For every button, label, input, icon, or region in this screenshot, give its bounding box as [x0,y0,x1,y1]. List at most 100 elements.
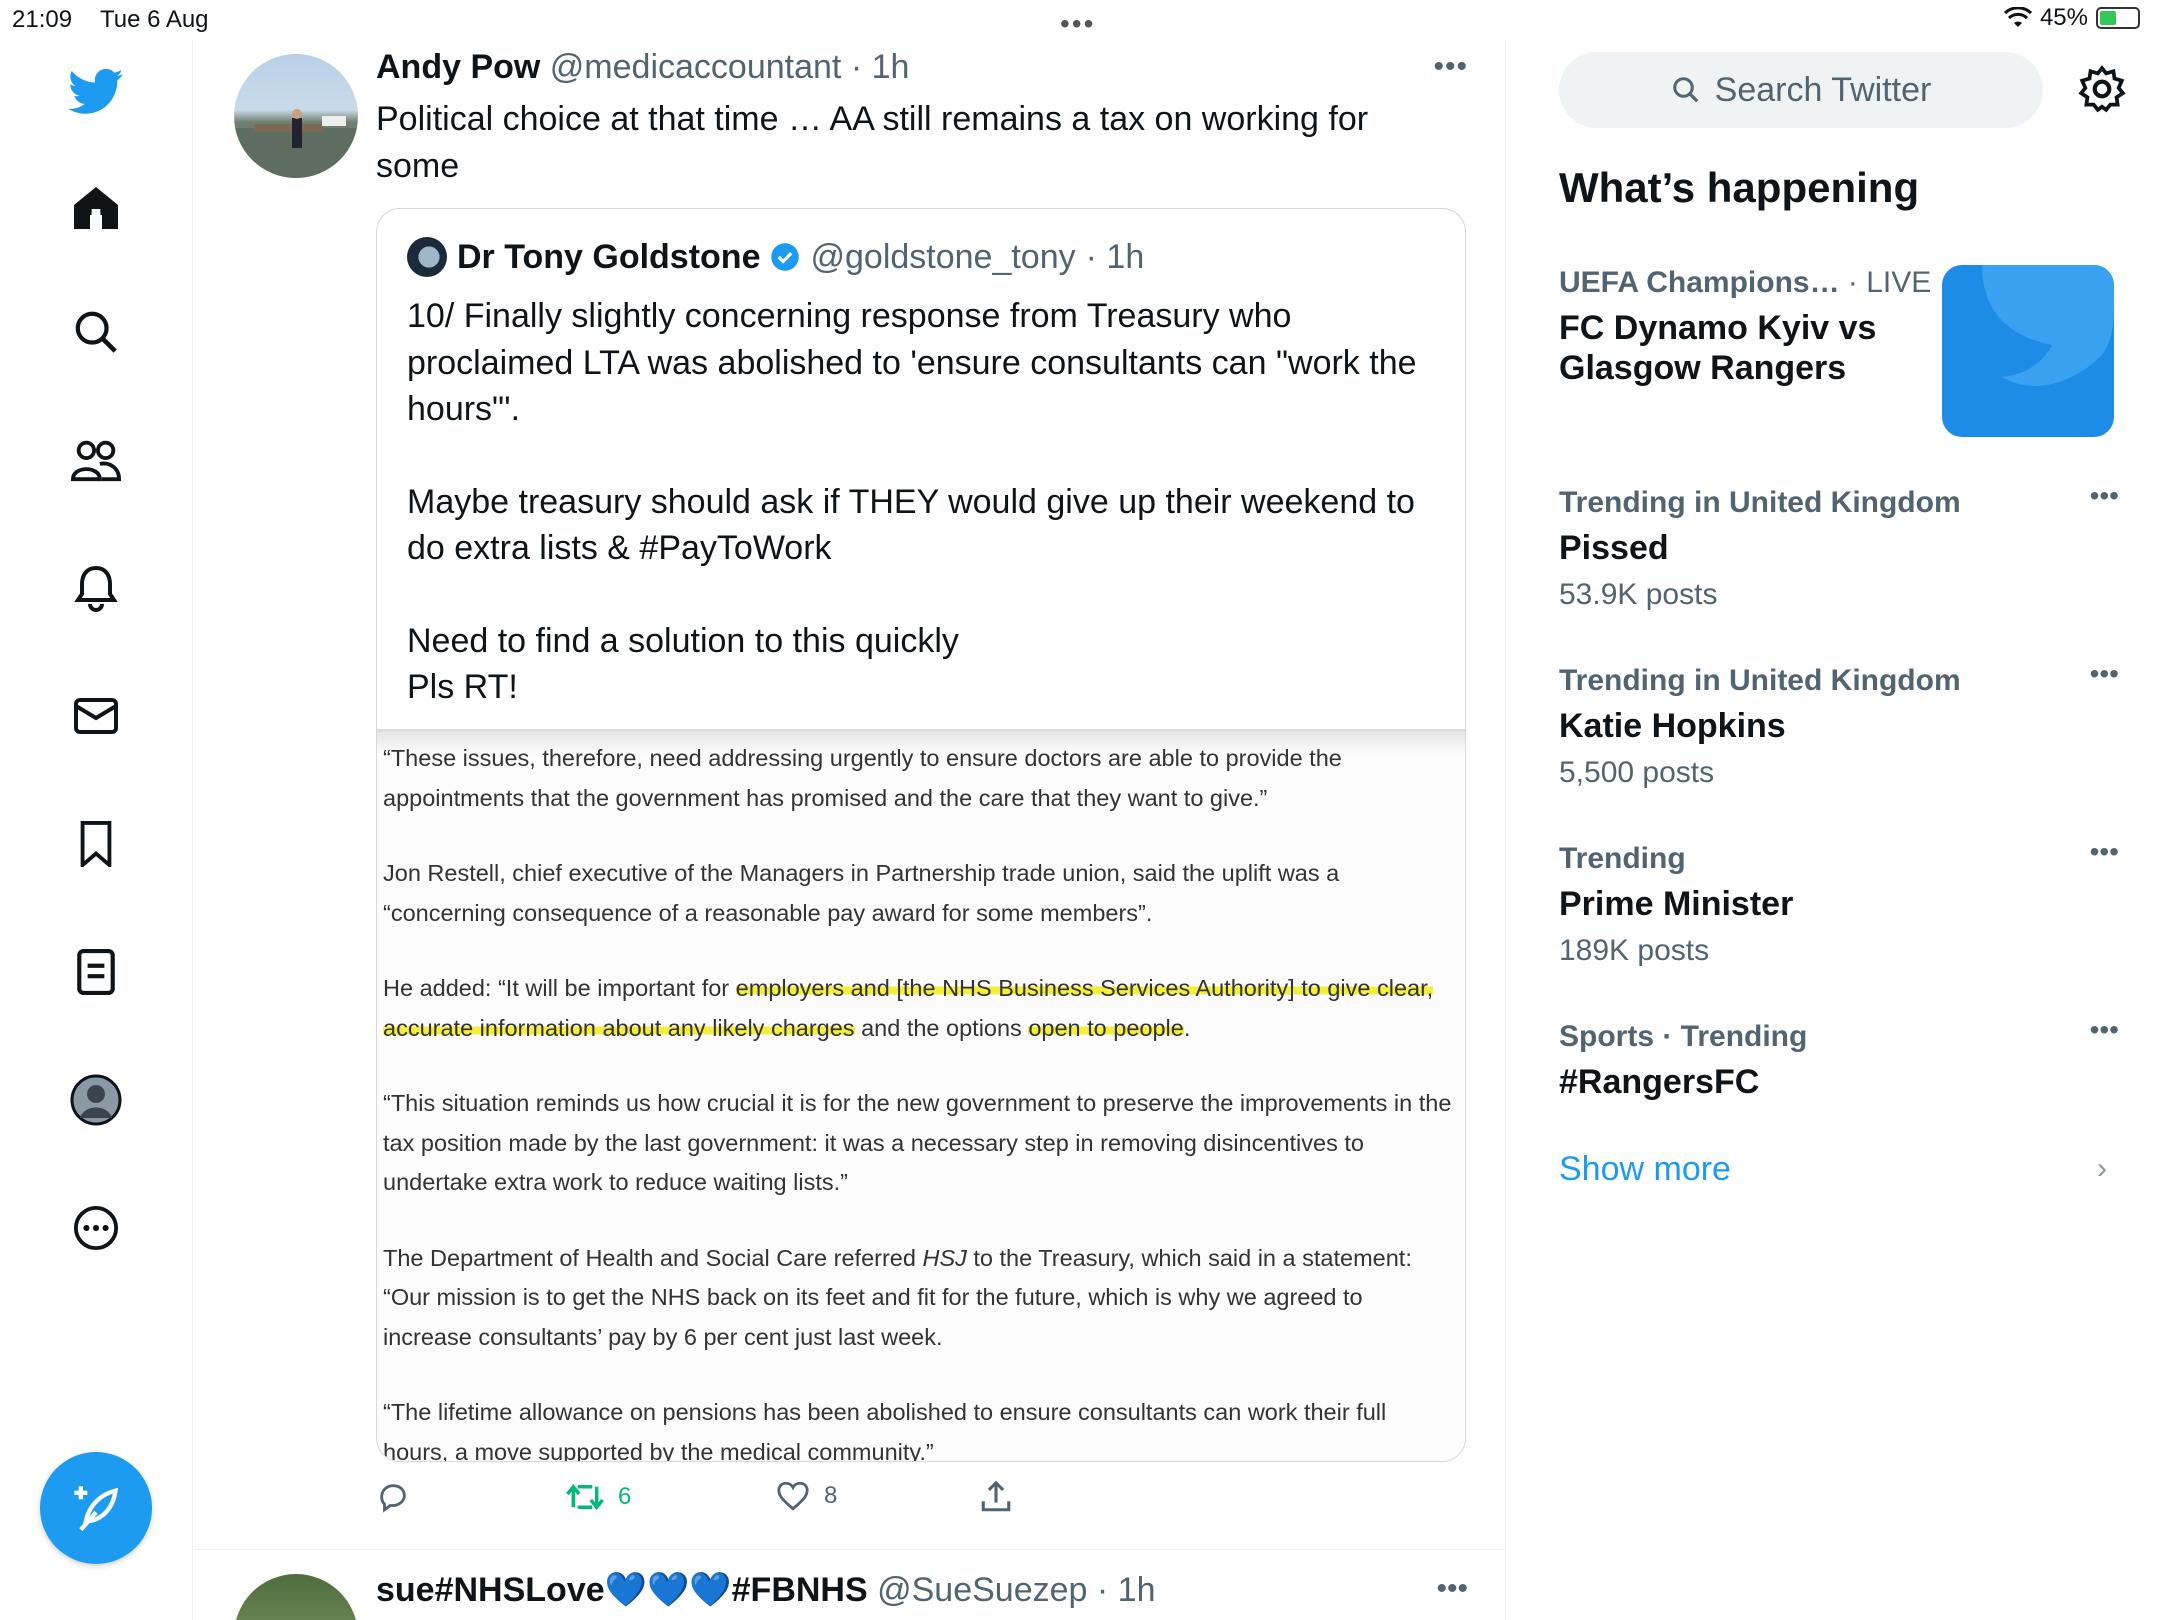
quoted-author-avatar[interactable] [407,237,447,277]
search-placeholder: Search Twitter [1714,70,1932,109]
compose-feather-icon [74,1486,119,1532]
share-icon [981,1480,1011,1512]
left-navigation [0,40,193,1620]
lists-icon[interactable] [66,942,126,1002]
battery-percent: 45% [2039,4,2088,31]
article-p3-pre: He added: “It will be important for [383,975,736,1001]
trend-post-count: 189K posts [1559,934,1710,967]
retweet-count: 6 [618,1483,632,1510]
quoted-tweet-text: 10/ Finally slightly concerning response… [407,293,1447,711]
quoted-tweet[interactable]: Dr Tony Goldstone @goldstone_tony · 1h 1… [376,208,1466,1462]
trend-item[interactable]: Trending in United Kingdom Pissed 53.9K … [1559,480,2119,612]
notifications-bell-icon[interactable] [66,558,126,618]
compose-tweet-button[interactable] [40,1452,152,1564]
article-paragraph-4: “This situation reminds us how crucial i… [383,1090,1452,1195]
search-input[interactable]: Search Twitter [1559,52,2043,128]
trend-name: Pissed [1559,529,1669,567]
author-avatar[interactable] [234,1574,358,1620]
verified-badge-icon [771,243,800,271]
battery-icon [2096,7,2140,29]
article-p5-em: HSJ [922,1244,967,1271]
author-handle[interactable]: @medicaccountant [550,48,842,86]
trend-item[interactable]: Trending in United Kingdom Katie Hopkins… [1559,658,2119,790]
tweet-more-icon[interactable]: ••• [1433,50,1468,84]
trend-thumbnail[interactable] [1942,265,2114,437]
article-paragraph-2: Jon Restell, chief executive of the Mana… [383,860,1340,926]
quoted-paragraph-1: 10/ Finally slightly concerning response… [407,297,1417,428]
trend-meta: Trending [1559,842,1686,875]
like-count: 8 [824,1482,838,1509]
author-handle[interactable]: @SueSuezep [877,1571,1087,1609]
tweet-header: sue#NHSLove💙💙💙#FBNHS @SueSuezep · 1h [376,1570,1155,1610]
article-p5-pre: The Department of Health and Social Care… [383,1244,923,1271]
communities-icon[interactable] [66,430,126,490]
quoted-tweet-header: Dr Tony Goldstone @goldstone_tony · 1h [407,237,1144,277]
messages-envelope-icon[interactable] [66,686,126,746]
quoted-paragraph-3-line-1: Need to find a solution to this quickly [407,621,959,660]
tweet-time[interactable]: · 1h [1097,1571,1156,1609]
tweet-more-icon[interactable]: ••• [1436,1572,1468,1606]
quoted-paragraph-2: Maybe treasury should ask if THEY would … [407,482,1415,568]
status-bar: 21:09 Tue 6 Aug ••• 45% [0,0,2160,40]
quoted-tweet-time: · 1h [1085,237,1145,276]
article-paragraph-1: “These issues, therefore, need addressin… [383,745,1342,811]
article-paragraph-3: He added: “It will be important for empl… [383,969,1453,1048]
retweet-icon [566,1483,604,1511]
reply-button[interactable] [376,1480,410,1514]
author-avatar[interactable] [234,54,358,178]
trend-item[interactable]: UEFA Champions… · LIVE FC Dynamo Kyiv vs… [1559,266,1939,388]
article-paragraph-6: “The lifetime allowance on pensions has … [383,1399,1387,1462]
trend-more-icon[interactable]: ••• [2090,1014,2119,1046]
twitter-bird-watermark-icon [1982,265,2114,386]
article-p3-mid: and the options [854,1014,1029,1041]
show-more-link[interactable]: Show more [1559,1150,1731,1189]
tweet-actions: 6 8 [376,1480,1176,1530]
status-date: Tue 6 Aug [100,6,209,33]
reply-icon [380,1484,406,1513]
trend-meta: Sports · Trending [1559,1020,1808,1053]
battery-level [2100,11,2117,25]
live-label: · LIVE [1839,266,1932,299]
quoted-author-handle: @goldstone_tony [810,237,1076,276]
retweet-button[interactable]: 6 [566,1480,631,1514]
author-name[interactable]: Andy Pow [376,48,540,86]
status-indicators: 45% [2003,4,2140,32]
timeline: Andy Pow @medicaccountant · 1h ••• Polit… [194,40,1506,1620]
bookmarks-icon[interactable] [66,814,126,874]
tweet[interactable]: sue#NHSLove💙💙💙#FBNHS @SueSuezep · 1h ••• [194,1550,1505,1620]
settings-gear-icon[interactable] [2077,64,2127,114]
status-time: 21:09 [12,6,73,33]
trend-name: Prime Minister [1559,885,1794,923]
article-paragraph-5: The Department of Health and Social Care… [383,1239,1453,1358]
author-name[interactable]: sue#NHSLove💙💙💙#FBNHS [376,1571,868,1609]
heart-icon [777,1481,809,1511]
trend-meta: Trending in United Kingdom [1559,664,1961,697]
quoted-tweet-image[interactable]: “These issues, therefore, need addressin… [377,729,1465,1462]
trend-category: UEFA Champions… [1559,266,1840,299]
highlighted-text-2: open to people [1028,1014,1184,1041]
profile-avatar-icon[interactable] [66,1070,126,1130]
like-button[interactable]: 8 [776,1480,837,1512]
trend-post-count: 53.9K posts [1559,578,1718,611]
tweet-time[interactable]: · 1h [851,48,910,86]
trend-more-icon[interactable]: ••• [2090,658,2119,690]
trend-more-icon[interactable]: ••• [2090,836,2119,868]
trend-post-count: 5,500 posts [1559,756,1715,789]
quoted-paragraph-3-line-2: Pls RT! [407,668,518,706]
trend-item[interactable]: Trending Prime Minister 189K posts ••• [1559,836,2119,968]
share-button[interactable] [980,1480,1012,1514]
explore-search-icon[interactable] [66,302,126,362]
wifi-icon [2003,7,2032,27]
multitasking-dots-icon[interactable]: ••• [1060,8,1095,40]
whats-happening-title: What’s happening [1559,164,1920,211]
right-sidebar: Search Twitter What’s happening UEFA Cha… [1507,40,2160,1620]
trend-more-icon[interactable]: ••• [2090,480,2119,512]
quoted-author-name: Dr Tony Goldstone [457,237,761,276]
chevron-right-icon[interactable]: › [2097,1152,2107,1186]
trend-meta: UEFA Champions… · LIVE [1559,266,1939,300]
twitter-logo-icon[interactable] [66,62,126,122]
more-options-icon[interactable] [66,1198,126,1258]
home-icon[interactable] [66,178,126,238]
tweet[interactable]: Andy Pow @medicaccountant · 1h ••• Polit… [194,40,1505,1550]
trend-item[interactable]: Sports · Trending #RangersFC ••• [1559,1014,2119,1102]
